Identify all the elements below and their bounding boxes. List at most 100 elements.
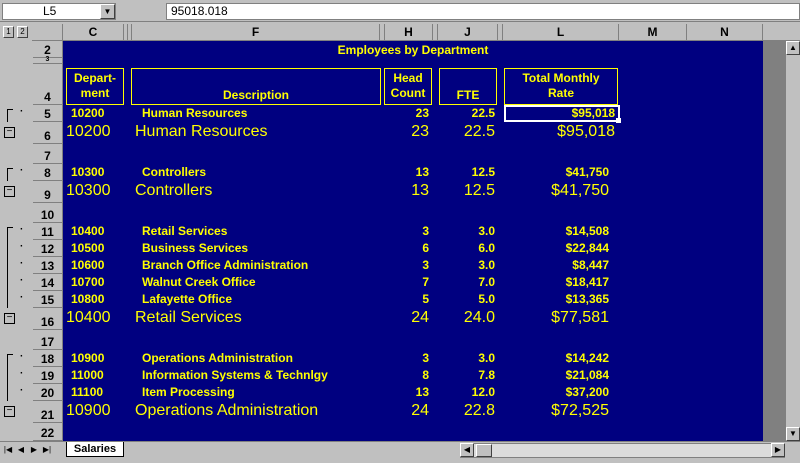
cell-rate[interactable]: $13,365 [503,292,609,306]
cell-rate[interactable]: $95,018 [503,106,615,120]
cell-desc[interactable]: Operations Administration [142,351,293,365]
cell-rate[interactable]: $14,508 [503,224,609,238]
cell-desc[interactable]: Walnut Creek Office [142,275,256,289]
next-sheet-icon[interactable]: ▶ [29,444,39,456]
collapse-group-button[interactable]: − [4,127,15,138]
first-sheet-icon[interactable]: |◀ [3,444,13,456]
row-header[interactable]: 17 [33,330,63,350]
cell-dept[interactable]: 10300 [71,165,104,179]
cell-desc[interactable]: Retail Services [142,224,227,238]
name-box-dropdown-icon[interactable]: ▼ [100,4,115,19]
cell-dept[interactable]: 10400 [71,224,104,238]
cell-dept-subtotal[interactable]: 10400 [66,309,111,327]
row-header[interactable]: 4 [33,64,63,105]
row-header[interactable]: 10 [33,203,63,223]
cell-desc-subtotal[interactable]: Human Resources [135,123,268,141]
outline-level-2-button[interactable]: 2 [17,26,28,38]
cell-dept[interactable]: 10700 [71,275,104,289]
cell-fte[interactable]: 12.0 [438,385,495,399]
row-header[interactable]: 7 [33,144,63,164]
cell-head[interactable]: 13 [383,165,429,179]
row-header[interactable]: 19 [33,367,63,384]
row-header[interactable]: 14 [33,274,63,291]
scroll-down-icon[interactable]: ▼ [786,427,800,441]
cell-head[interactable]: 6 [383,241,429,255]
cell-rate[interactable]: $18,417 [503,275,609,289]
row-header[interactable]: 9 [33,181,63,203]
cell-dept[interactable]: 11000 [71,368,104,382]
col-header-f[interactable]: F [132,24,380,41]
cell-rate[interactable]: $14,242 [503,351,609,365]
sheet-tab-salaries[interactable]: Salaries [66,442,124,457]
cell-fte[interactable]: 7.0 [438,275,495,289]
row-header[interactable]: 6 [33,122,63,144]
row-header[interactable]: 5 [33,105,63,122]
cell-head[interactable]: 8 [383,368,429,382]
cell-desc[interactable]: Item Processing [142,385,235,399]
col-header-c[interactable]: C [63,24,124,41]
collapse-group-button[interactable]: − [4,186,15,197]
fill-handle[interactable] [616,118,621,123]
row-header[interactable]: 18 [33,350,63,367]
cell-dept[interactable]: 10900 [71,351,104,365]
cell-fte[interactable]: 3.0 [438,258,495,272]
prev-sheet-icon[interactable]: ◀ [16,444,26,456]
col-header-h[interactable]: H [385,24,433,41]
cell-desc[interactable]: Information Systems & Technlgy [142,368,328,382]
select-all-corner[interactable] [32,24,63,41]
outline-level-1-button[interactable]: 1 [3,26,14,38]
cell-fte-subtotal[interactable]: 12.5 [438,182,495,200]
scroll-up-icon[interactable]: ▲ [786,41,800,55]
cell-dept[interactable]: 10500 [71,241,104,255]
last-sheet-icon[interactable]: ▶| [42,444,52,456]
cell-head-subtotal[interactable]: 13 [383,182,429,200]
cell-rate[interactable]: $22,844 [503,241,609,255]
cell-fte[interactable]: 3.0 [438,351,495,365]
cell-rate[interactable]: $37,200 [503,385,609,399]
cell-fte-subtotal[interactable]: 24.0 [438,309,495,327]
cell-head[interactable]: 3 [383,258,429,272]
cell-fte[interactable]: 3.0 [438,224,495,238]
cell-head[interactable]: 13 [383,385,429,399]
col-header-j[interactable]: J [438,24,498,41]
cell-desc[interactable]: Business Services [142,241,248,255]
worksheet-grid[interactable]: Employees by Department Depart- ment Des… [63,41,763,441]
cell-fte[interactable]: 5.0 [438,292,495,306]
cell-rate-subtotal[interactable]: $77,581 [503,309,609,327]
name-box[interactable]: L5 [2,3,116,20]
row-header[interactable]: 13 [33,257,63,274]
col-header-l[interactable]: L [503,24,619,41]
cell-rate-subtotal[interactable]: $72,525 [503,402,609,420]
vertical-scrollbar[interactable] [786,41,800,441]
cell-dept[interactable]: 10600 [71,258,104,272]
cell-head[interactable]: 3 [383,351,429,365]
cell-rate[interactable]: $41,750 [503,165,609,179]
cell-rate[interactable]: $21,084 [503,368,609,382]
cell-desc-subtotal[interactable]: Controllers [135,182,212,200]
cell-head-subtotal[interactable]: 23 [383,123,429,141]
cell-desc[interactable]: Controllers [142,165,206,179]
collapse-group-button[interactable]: − [4,313,15,324]
cell-fte-subtotal[interactable]: 22.8 [438,402,495,420]
cell-head[interactable]: 5 [383,292,429,306]
scroll-right-icon[interactable]: ▶ [771,443,785,457]
cell-head-subtotal[interactable]: 24 [383,309,429,327]
cell-dept[interactable]: 10800 [71,292,104,306]
cell-dept-subtotal[interactable]: 10300 [66,182,111,200]
scroll-left-icon[interactable]: ◀ [460,443,474,457]
formula-input[interactable]: 95018.018 [166,3,800,20]
horizontal-scroll-thumb[interactable] [476,444,492,457]
cell-rate-subtotal[interactable]: $95,018 [503,123,615,141]
cell-desc[interactable]: Human Resources [142,106,247,120]
cell-rate-subtotal[interactable]: $41,750 [503,182,609,200]
row-header[interactable]: 15 [33,291,63,308]
row-header[interactable]: 12 [33,240,63,257]
col-header-n[interactable]: N [687,24,763,41]
col-header-m[interactable]: M [619,24,687,41]
cell-dept[interactable]: 11100 [71,385,103,399]
cell-rate[interactable]: $8,447 [503,258,609,272]
cell-dept-subtotal[interactable]: 10200 [66,123,111,141]
cell-head[interactable]: 7 [383,275,429,289]
cell-desc[interactable]: Lafayette Office [142,292,232,306]
row-header[interactable]: 20 [33,384,63,401]
